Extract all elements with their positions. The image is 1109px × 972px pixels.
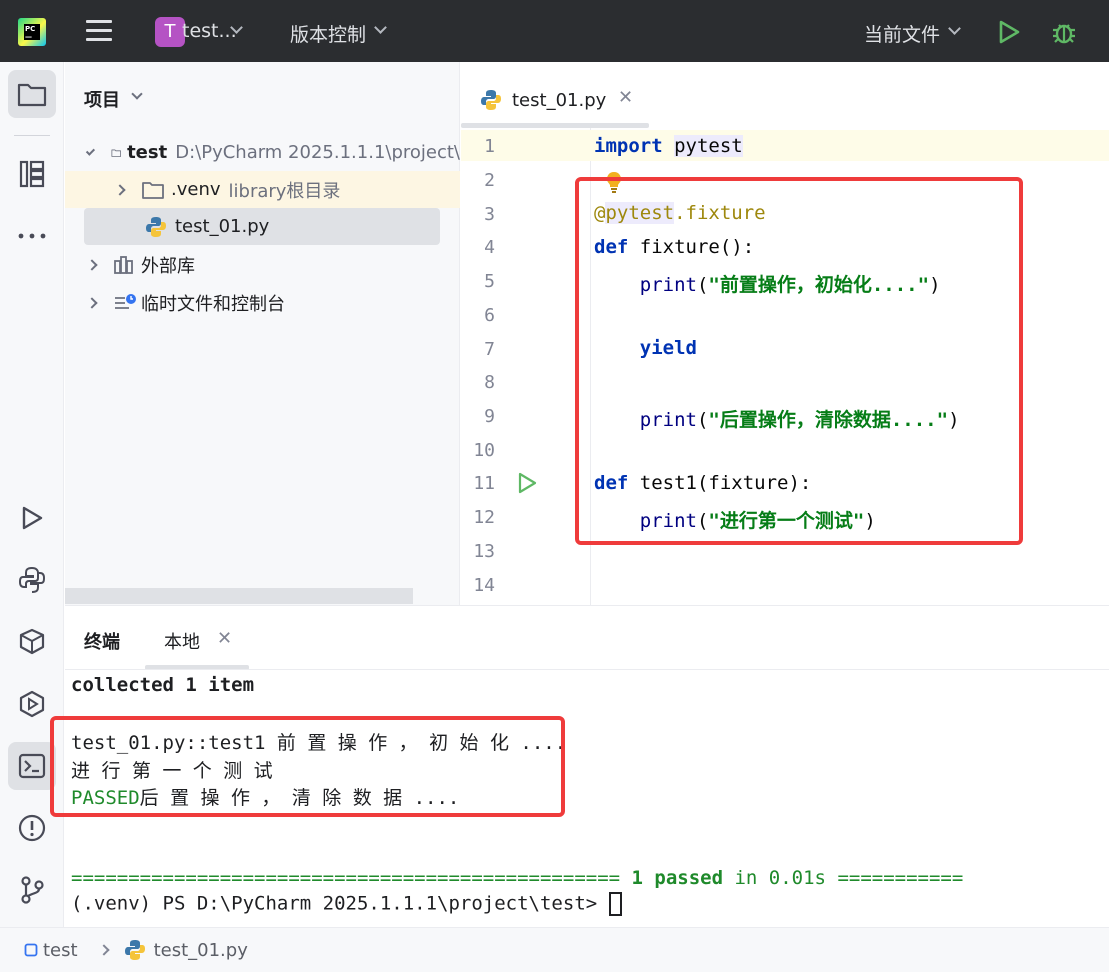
line-number: 2: [484, 170, 495, 191]
title-bar: PC — T test... 版本控制 当前文件: [0, 0, 1109, 62]
summary-count: 1 passed: [631, 867, 724, 889]
expand-arrow-icon[interactable]: [86, 296, 98, 309]
terminal-header: 终端 本地 ✕: [65, 605, 1109, 670]
line-number: 6: [484, 305, 495, 326]
line-number: 4: [484, 237, 495, 258]
summary-rule: ===========: [826, 867, 964, 889]
panel-title[interactable]: 项目: [84, 86, 120, 112]
git-icon[interactable]: [8, 866, 56, 914]
tree-item-test-01-py[interactable]: test_01.py: [84, 208, 440, 245]
editor-tab-bar: test_01.py ✕: [461, 62, 1109, 128]
chevron-down-icon[interactable]: [374, 21, 387, 34]
tab-local[interactable]: 本地: [164, 628, 200, 654]
terminal-prompt: (.venv) PS D:\PyCharm 2025.1.1.1\project…: [71, 892, 622, 916]
line-number: 1: [484, 136, 495, 157]
python-file-icon: [124, 940, 145, 960]
run-test-gutter-icon[interactable]: [515, 471, 539, 495]
expand-arrow-icon[interactable]: [114, 183, 126, 196]
terminal-title[interactable]: 终端: [84, 628, 120, 654]
line-number: 10: [473, 440, 495, 461]
library-icon: [114, 255, 133, 274]
tree-item-label: 外部库: [141, 255, 195, 277]
vcs-menu[interactable]: 版本控制: [290, 20, 366, 47]
run-config-selector[interactable]: 当前文件: [864, 20, 940, 47]
tree-item-venv[interactable]: .venv library根目录: [65, 171, 460, 208]
folder-icon: [111, 149, 121, 157]
terminal-tool-icon[interactable]: [8, 742, 56, 790]
highlight-box-output: [50, 716, 565, 817]
module-icon: [24, 943, 38, 957]
line-number: 5: [484, 271, 495, 292]
line-number: 11: [473, 473, 495, 494]
python-console-icon[interactable]: [8, 556, 56, 604]
current-line-highlight: [461, 130, 1109, 161]
tree-item-scratches[interactable]: 临时文件和控制台: [65, 284, 460, 321]
chevron-down-icon[interactable]: [948, 22, 961, 35]
expand-arrow-icon[interactable]: [85, 146, 95, 155]
editor-gutter: [461, 128, 591, 605]
python-packages-icon[interactable]: [8, 618, 56, 666]
close-icon[interactable]: ✕: [618, 87, 633, 108]
code-line-1: import pytest: [594, 135, 743, 157]
divider: [14, 135, 50, 136]
terminal-cursor[interactable]: [608, 892, 622, 916]
summary-rule: ========================================…: [71, 867, 632, 889]
problems-icon[interactable]: [8, 804, 56, 852]
summary-in: in: [723, 867, 769, 889]
structure-tool-icon[interactable]: [8, 150, 56, 198]
line-number: 9: [484, 406, 495, 427]
tab-label: test_01.py: [512, 89, 607, 111]
expand-arrow-icon[interactable]: [86, 258, 98, 271]
services-icon[interactable]: [8, 680, 56, 728]
tree-item-path: D:\PyCharm 2025.1.1.1\project\: [175, 142, 460, 163]
project-tool-icon[interactable]: [8, 70, 56, 118]
module-name: pytest: [674, 135, 743, 157]
line-number: 12: [473, 507, 495, 528]
tree-item-label: test_01.py: [175, 216, 270, 237]
highlight-box-code: [575, 177, 1023, 545]
line-number: 8: [484, 372, 495, 393]
project-switcher[interactable]: test...: [182, 20, 237, 42]
breadcrumb-file[interactable]: test_01.py: [154, 940, 248, 961]
keyword: import: [594, 135, 663, 157]
breadcrumb-project[interactable]: test: [43, 940, 78, 961]
pycharm-logo-icon[interactable]: PC —: [18, 18, 46, 46]
run-tool-icon[interactable]: [8, 494, 56, 542]
tree-item-label: test: [127, 142, 168, 163]
python-file-icon: [481, 90, 501, 110]
line-number: 13: [473, 541, 495, 562]
tree-item-label: 临时文件和控制台: [141, 293, 285, 315]
breadcrumb-separator-icon: [97, 944, 110, 956]
run-icon[interactable]: [996, 18, 1022, 46]
close-icon[interactable]: ✕: [217, 628, 232, 649]
tree-item-detail: library根目录: [228, 180, 341, 202]
folder-icon: [142, 181, 164, 199]
tab-test-01-py[interactable]: test_01.py: [480, 82, 606, 118]
python-file-icon: [146, 216, 166, 237]
tree-item-label: .venv: [171, 179, 221, 200]
tree-item-test[interactable]: test D:\PyCharm 2025.1.1.1\project\: [65, 134, 460, 171]
status-bar: test test_01.py: [0, 927, 1109, 972]
tree-item-external-libraries[interactable]: 外部库: [65, 246, 460, 283]
line-number: 7: [484, 339, 495, 360]
terminal-line: collected 1 item: [71, 674, 255, 696]
debug-icon[interactable]: [1050, 18, 1078, 46]
horizontal-scrollbar[interactable]: [65, 588, 413, 604]
line-number: 14: [473, 575, 495, 596]
summary-time: 0.01s: [768, 867, 826, 889]
more-tools-icon[interactable]: [8, 212, 56, 260]
prompt-text: (.venv) PS D:\PyCharm 2025.1.1.1\project…: [71, 892, 609, 915]
main-menu-icon[interactable]: [86, 20, 112, 42]
project-panel: 项目 test D:\PyCharm 2025.1.1.1\project\ .…: [65, 62, 460, 605]
project-badge[interactable]: T: [155, 17, 185, 47]
chevron-down-icon[interactable]: [131, 88, 143, 100]
terminal-summary: ========================================…: [71, 867, 963, 889]
line-number: 3: [484, 204, 495, 225]
scratches-icon: [115, 293, 136, 309]
